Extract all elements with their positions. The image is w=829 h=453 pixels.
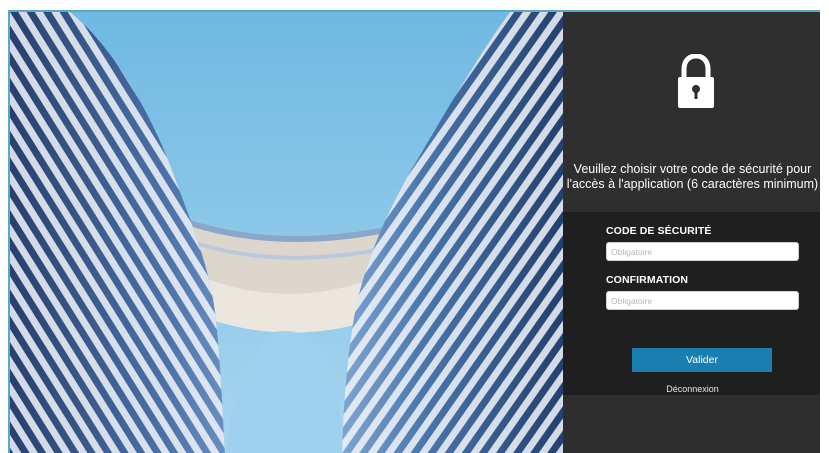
building-illustration [10,12,563,453]
instructions-text: Veuillez choisir votre code de sécurité … [566,162,819,191]
security-form: CODE DE SÉCURITÉ CONFIRMATION Valider Dé… [563,212,820,395]
app-window: Veuillez choisir votre code de sécurité … [8,10,820,453]
confirmation-input[interactable] [606,291,799,310]
security-panel: Veuillez choisir votre code de sécurité … [563,12,820,453]
logout-link[interactable]: Déconnexion [563,384,820,394]
background-photo [10,12,563,453]
panel-header: Veuillez choisir votre code de sécurité … [563,12,820,202]
confirmation-label: CONFIRMATION [606,274,689,286]
validate-button[interactable]: Valider [632,348,772,372]
security-code-label: CODE DE SÉCURITÉ [606,225,712,237]
security-code-input[interactable] [606,242,799,261]
padlock-icon [678,54,714,108]
